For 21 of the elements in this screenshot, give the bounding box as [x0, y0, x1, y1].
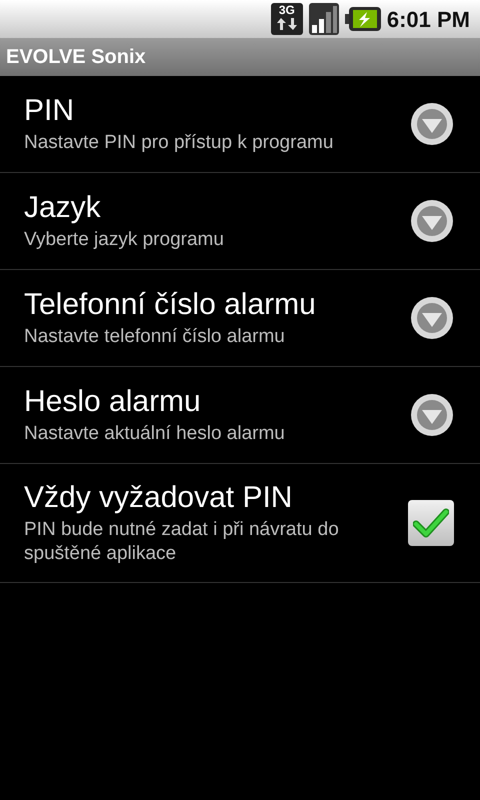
preference-summary: Vyberte jazyk programu: [24, 228, 225, 252]
preference-item[interactable]: Heslo alarmu Nastavte aktuální heslo alarmu: [0, 367, 480, 464]
clock-time: 6:01 PM: [386, 6, 470, 34]
preference-title: Jazyk: [24, 190, 102, 226]
preference-item[interactable]: Vždy vyžadovat PIN PIN bude nutné zadat i při návratu do spuštěné aplikace: [0, 464, 480, 583]
preference-summary: Nastavte telefonní číslo alarmu: [24, 325, 286, 349]
preference-title: Vždy vyžadovat PIN: [24, 480, 294, 516]
preference-summary: PIN bude nutné zadat i při návratu do spuštěné aplikace: [24, 518, 340, 566]
checkbox[interactable]: [408, 500, 454, 546]
preference-summary: Nastavte aktuální heslo alarmu: [24, 422, 286, 446]
preference-item[interactable]: Jazyk Vyberte jazyk programu: [0, 173, 480, 270]
preference-item[interactable]: PIN Nastavte PIN pro přístup k programu: [0, 76, 480, 173]
app-title: EVOLVE Sonix: [6, 45, 146, 70]
battery-charging-icon: [344, 7, 381, 31]
preference-summary: Nastavte PIN pro přístup k programu: [24, 131, 334, 155]
preference-title: Telefonní číslo alarmu: [24, 287, 317, 323]
preference-title: Heslo alarmu: [24, 384, 202, 420]
preference-title: PIN: [24, 93, 76, 129]
signal-icon: [308, 3, 339, 35]
network-icon: 3G: [270, 3, 303, 35]
preference-item[interactable]: Telefonní číslo alarmu Nastavte telefonní číslo alarmu: [0, 270, 480, 367]
